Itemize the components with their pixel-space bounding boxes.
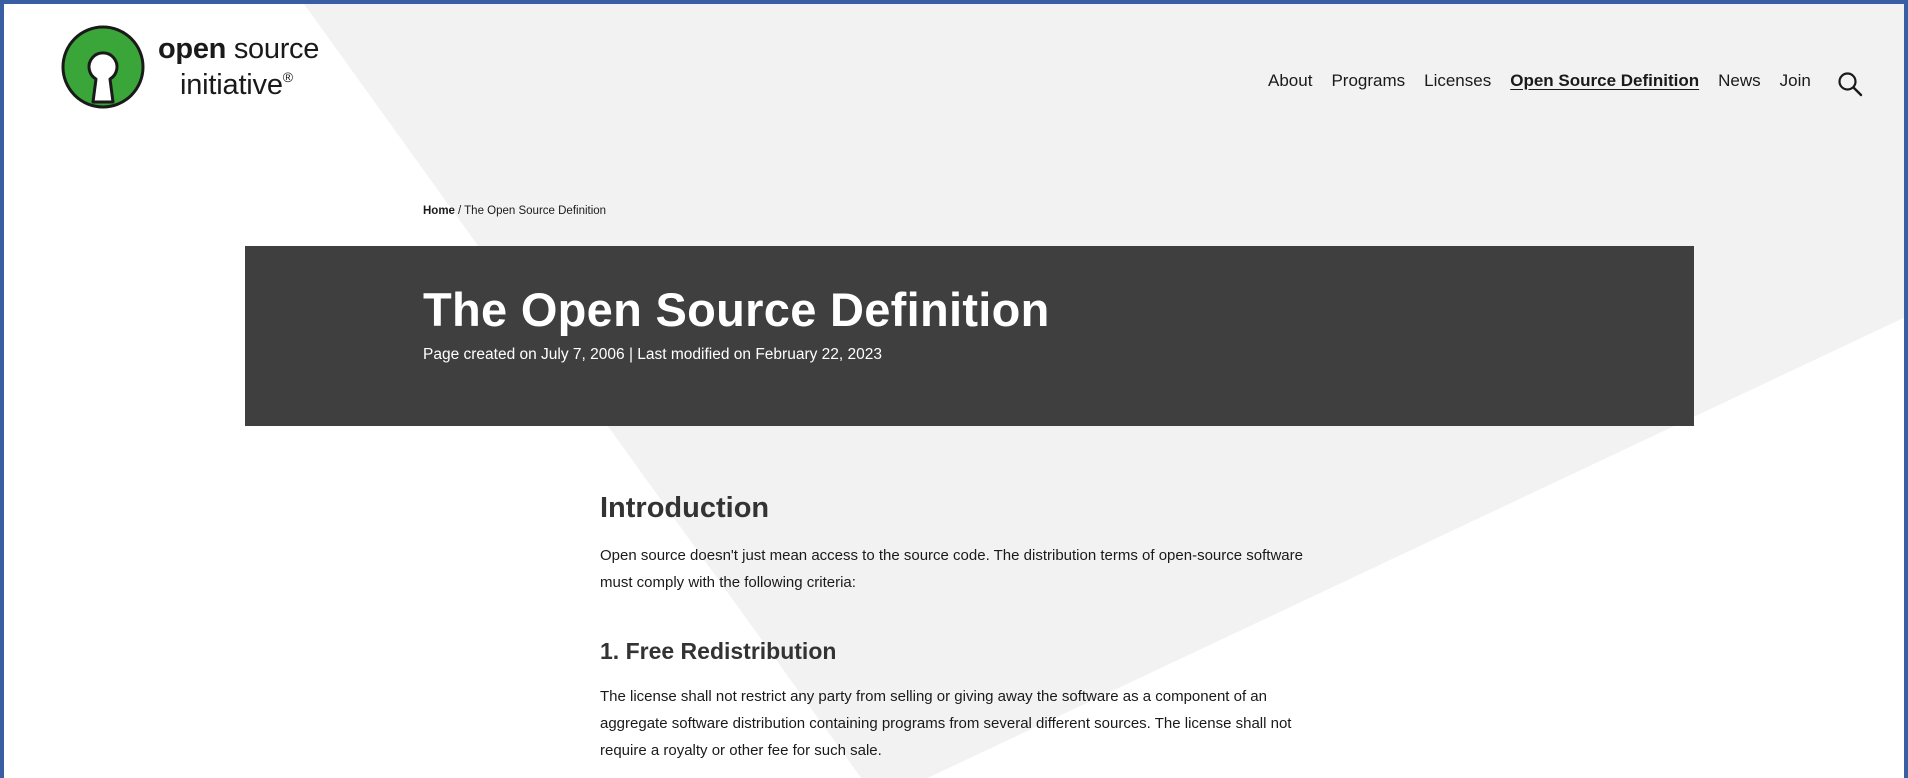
breadcrumb-separator: / <box>457 205 462 217</box>
nav-licenses[interactable]: Licenses <box>1424 71 1491 91</box>
section-1-paragraph: The license shall not restrict any party… <box>600 688 1292 759</box>
logo-line-1: open source <box>158 33 320 65</box>
breadcrumb: Home / The Open Source Definition <box>423 205 606 217</box>
page-meta: Page created on July 7, 2006 | Last modi… <box>423 346 882 363</box>
article-content: Introduction Open source doesn't just me… <box>600 490 1320 764</box>
logo-wordmark: open source initiative® <box>158 33 320 101</box>
nav-about[interactable]: About <box>1268 71 1312 91</box>
main-nav: About Programs Licenses Open Source Defi… <box>1268 71 1830 91</box>
section-1-heading: 1. Free Redistribution <box>600 638 837 664</box>
nav-open-source-definition[interactable]: Open Source Definition <box>1510 71 1699 91</box>
breadcrumb-current: The Open Source Definition <box>464 205 607 217</box>
intro-heading: Introduction <box>600 492 770 524</box>
osi-keyhole-logo-icon <box>61 25 145 109</box>
intro-paragraph: Open source doesn't just mean access to … <box>600 547 1303 591</box>
search-icon <box>1838 72 1863 97</box>
page-hero: The Open Source Definition Page created … <box>245 246 1694 426</box>
browser-frame: open source initiative® About Programs L… <box>0 0 1908 778</box>
search-button[interactable] <box>1836 70 1864 98</box>
site-logo[interactable]: open source initiative® <box>60 24 319 110</box>
nav-join[interactable]: Join <box>1780 71 1811 91</box>
nav-news[interactable]: News <box>1718 71 1761 91</box>
logo-line-2: initiative® <box>180 69 293 101</box>
nav-programs[interactable]: Programs <box>1331 71 1405 91</box>
page-title: The Open Source Definition <box>423 283 1050 336</box>
breadcrumb-home[interactable]: Home <box>423 205 455 217</box>
